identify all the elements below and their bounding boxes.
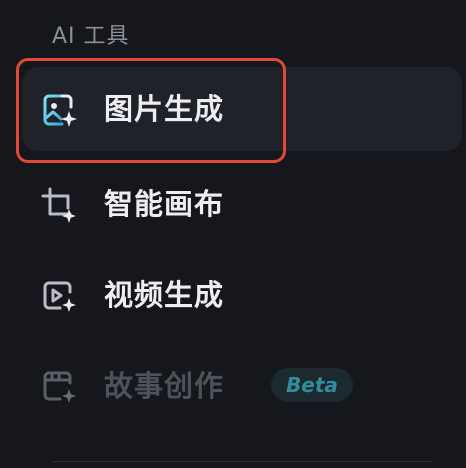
sidebar-item-image-generation[interactable]: 图片生成 [22,67,462,151]
section-title: AI 工具 [52,24,130,49]
image-sparkle-icon [43,94,77,127]
sidebar-item-label: 图片生成 [104,92,225,126]
sidebar-item-label: 视频生成 [104,278,225,312]
sidebar-item-smart-canvas[interactable]: 智能画布 [22,162,462,246]
sidebar-item-label: 智能画布 [104,187,225,221]
storyboard-sparkle-icon [43,371,76,403]
crop-sparkle-icon [41,187,76,223]
beta-badge: Beta [271,368,353,402]
sidebar-item-story-creation[interactable]: 故事创作 Beta [22,344,462,428]
divider [52,461,432,462]
sidebar-item-video-generation[interactable]: 视频生成 [22,253,462,337]
video-sparkle-icon [43,281,76,312]
sidebar-item-label: 故事创作 [104,369,225,403]
